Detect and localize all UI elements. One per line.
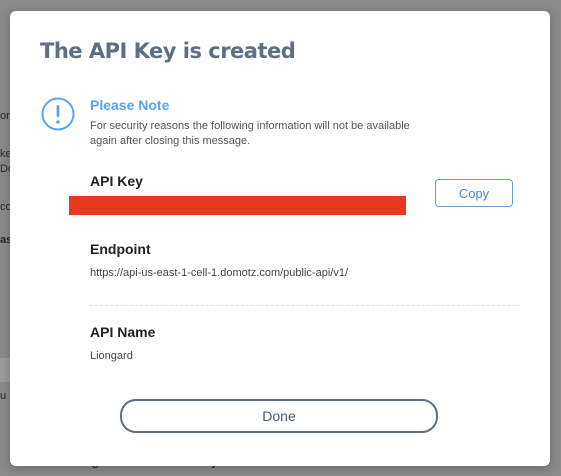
note-title: Please Note [90,97,170,113]
done-button[interactable]: Done [120,399,438,433]
api-name-value: Liongard [90,350,133,362]
background-text-fragment: u [0,390,7,402]
api-key-value-redacted [69,196,406,215]
endpoint-label: Endpoint [90,241,151,257]
copy-button[interactable]: Copy [435,179,513,207]
modal-title: The API Key is created [40,39,296,63]
api-key-label: API Key [90,173,143,189]
endpoint-value: https://api-us-east-1-cell-1.domotz.com/… [90,267,348,279]
api-key-created-modal: The API Key is created Please Note For s… [10,11,550,466]
note-text: For security reasons the following infor… [90,120,410,147]
info-circle-icon [41,97,75,131]
api-name-label: API Name [90,324,156,340]
divider [90,305,520,306]
